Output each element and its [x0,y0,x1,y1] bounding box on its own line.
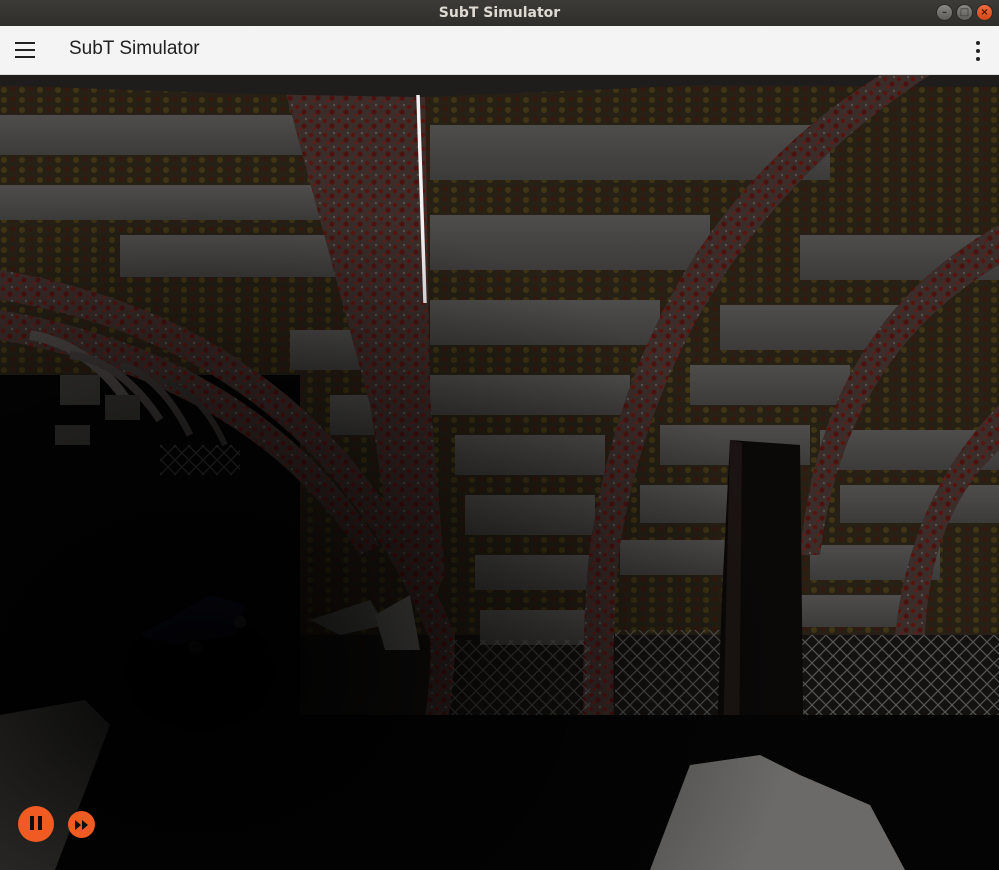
hamburger-menu-icon[interactable] [15,42,35,58]
minimize-button[interactable]: – [936,4,953,21]
tunnel-scene-render [0,75,999,870]
window-title: SubT Simulator [438,5,561,21]
fast-forward-icon [75,819,88,830]
window-controls: – □ × [936,4,993,21]
pause-button[interactable] [18,806,54,842]
window-title-bar: SubT Simulator – □ × [0,0,999,26]
app-title: SubT Simulator [69,38,200,59]
fast-forward-button[interactable] [68,811,95,838]
maximize-button[interactable]: □ [956,4,973,21]
simulation-viewport[interactable] [0,75,999,870]
app-bar: SubT Simulator [0,26,999,75]
more-vertical-icon[interactable] [975,41,981,61]
pause-icon [28,815,44,834]
close-button[interactable]: × [976,4,993,21]
